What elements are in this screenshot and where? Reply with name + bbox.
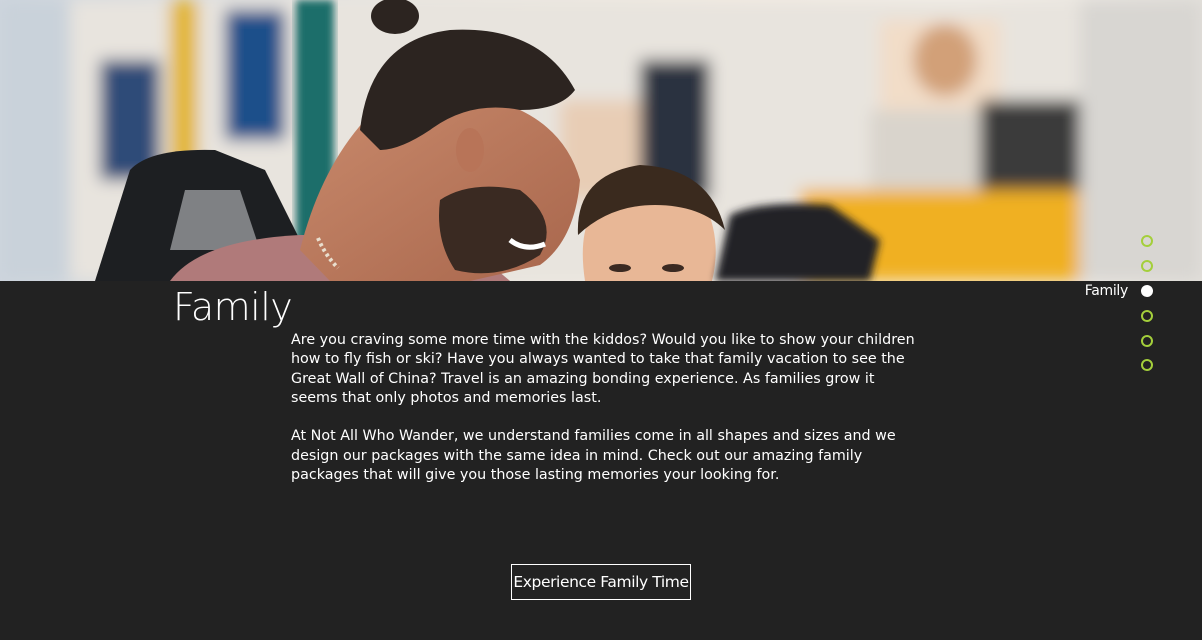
circle-icon — [1141, 284, 1153, 297]
anchor-nav-item[interactable] — [1023, 254, 1153, 279]
section-description: Are you craving some more time with the … — [291, 331, 921, 485]
anchor-nav-item-family[interactable]: Family — [1023, 279, 1153, 304]
hero-image — [0, 0, 1202, 281]
circle-icon — [1141, 309, 1153, 322]
anchor-nav-item[interactable] — [1023, 353, 1153, 378]
circle-icon — [1141, 235, 1153, 248]
family-photo — [0, 0, 1202, 281]
page: Family Are you craving some more time wi… — [0, 0, 1202, 640]
description-paragraph: At Not All Who Wander, we understand fam… — [291, 428, 896, 484]
anchor-navigation: Family — [1023, 229, 1153, 378]
circle-icon — [1141, 334, 1153, 347]
circle-icon — [1141, 359, 1153, 372]
anchor-nav-item[interactable] — [1023, 303, 1153, 328]
anchor-nav-item[interactable] — [1023, 328, 1153, 353]
section-title: Family — [173, 285, 293, 329]
description-paragraph: Are you craving some more time with the … — [291, 332, 915, 406]
anchor-nav-item[interactable] — [1023, 229, 1153, 254]
anchor-nav-label: Family — [1084, 282, 1129, 299]
experience-family-time-button[interactable]: Experience Family Time — [511, 564, 691, 600]
circle-icon — [1141, 260, 1153, 273]
